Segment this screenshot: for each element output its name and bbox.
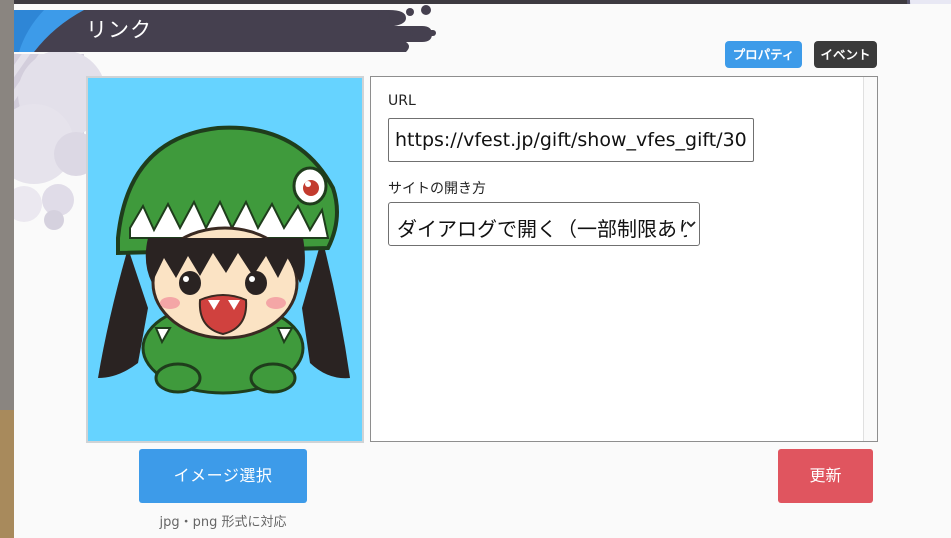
header-banner-shape [14,5,436,52]
dialog-header: リンク [14,4,436,54]
update-button[interactable]: 更新 [778,449,873,503]
link-dialog: リンク プロパティ イベント URL https://vfest.jp/gift… [14,4,951,538]
form-scrollbar[interactable] [863,77,877,441]
tab-property[interactable]: プロパティ [725,41,802,68]
open-method-label: サイトの開き方 [388,181,486,197]
tab-event[interactable]: イベント [814,41,877,68]
url-label: URL [388,93,416,109]
dialog-title: リンク [86,18,152,42]
image-preview [86,76,364,443]
select-image-button[interactable]: イメージ選択 [139,449,307,503]
url-input[interactable] [388,118,754,162]
open-method-select[interactable]: ダイアログで開く（一部制限あり） [388,202,700,246]
open-method-value: ダイアログで開く（一部制限あり） [397,217,687,241]
background-floor [0,410,14,538]
chevron-down-icon [686,217,696,231]
dinosaur-character-image [98,125,350,395]
link-form: URL サイトの開き方 ダイアログで開く（一部制限あり） [370,76,878,442]
supported-formats-note: jpg・png 形式に対応 [159,515,287,530]
